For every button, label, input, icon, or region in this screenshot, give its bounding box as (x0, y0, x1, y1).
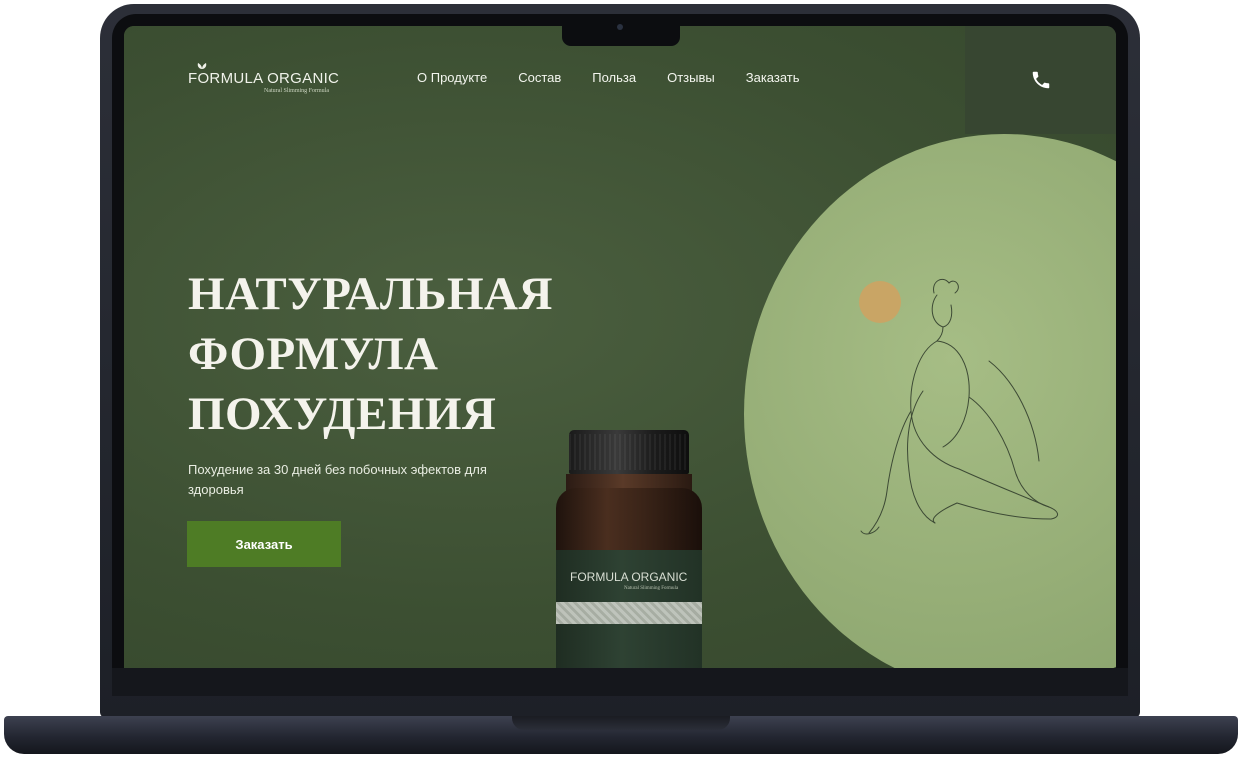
hero-title-line-1: НАТУРАЛЬНАЯ (188, 268, 553, 320)
screen-chin (112, 668, 1128, 696)
nav-item-ingredients[interactable]: Состав (518, 70, 561, 85)
hero-title-line-2: ФОРМУЛА (188, 328, 439, 380)
nav-item-reviews[interactable]: Отзывы (667, 70, 715, 85)
leaf-icon (197, 63, 207, 69)
brand-name: FORMULA ORGANIC (188, 70, 340, 87)
main-navigation: О Продукте Состав Польза Отзывы Заказать (417, 70, 831, 85)
laptop-opening-slot (512, 716, 730, 730)
brand-tagline: Natural Slimming Formula (264, 88, 329, 94)
product-jar: FORMULA ORGANIC Natural Slimming Formula (554, 430, 704, 668)
jar-pattern-band (556, 602, 702, 624)
nav-item-order[interactable]: Заказать (746, 70, 800, 85)
order-button[interactable]: Заказать (187, 521, 341, 567)
nav-item-benefits[interactable]: Польза (592, 70, 636, 85)
hero-title: НАТУРАЛЬНАЯ ФОРМУЛА ПОХУДЕНИЯ (188, 264, 553, 444)
hero-title-line-3: ПОХУДЕНИЯ (188, 388, 497, 440)
jar-cap (569, 430, 689, 474)
website-screen: FORMULA ORGANIC Natural Slimming Formula… (124, 26, 1116, 668)
brand-logo[interactable]: FORMULA ORGANIC Natural Slimming Formula (188, 63, 348, 102)
hero-subtitle: Похудение за 30 дней без побочных эфекто… (188, 462, 487, 497)
phone-button[interactable] (965, 26, 1116, 134)
jar-label-title: FORMULA ORGANIC (570, 570, 688, 584)
nav-item-about[interactable]: О Продукте (417, 70, 487, 85)
woman-line-art-illustration (860, 278, 1058, 535)
camera-icon (617, 24, 623, 30)
jar-label-subtitle: Natural Slimming Formula (624, 586, 679, 591)
phone-icon (1032, 71, 1049, 89)
